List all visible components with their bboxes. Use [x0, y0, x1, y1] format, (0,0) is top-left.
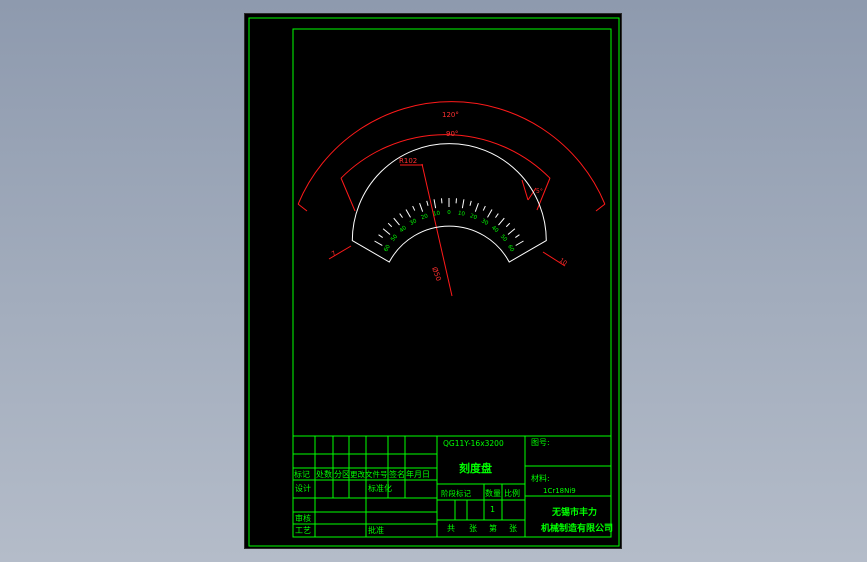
row-standard: 标准化 [368, 483, 392, 493]
header-zone: 分区 [334, 470, 350, 479]
figure-label: 图号: [531, 438, 550, 447]
dial-tick [482, 205, 486, 211]
dial-tick [374, 240, 383, 246]
dial-tick [507, 228, 516, 235]
company-line2: 机械制造有限公司 [541, 522, 613, 534]
dial-tick [505, 222, 511, 228]
tick-step-label: 5° [536, 188, 543, 195]
part-name: 刻度盘 [459, 461, 492, 475]
row-design: 设计 [295, 483, 311, 493]
header-signature: 签名 [389, 469, 405, 479]
row-process: 工艺 [295, 526, 311, 535]
inner-arc-left-end [340, 177, 356, 212]
dial-tick [495, 213, 499, 218]
dial-scale-label: 10 [457, 211, 465, 218]
radius-label: R102 [399, 157, 417, 165]
sheet-index-label: 第 [489, 523, 497, 533]
quantity-value: 1 [490, 505, 495, 514]
material-label: 材料: [531, 473, 550, 483]
dial-tick [469, 200, 472, 206]
dial-scale-label: 30 [480, 218, 489, 227]
dial-scale-labels: 6050403020 10 0 10 2030405060 [383, 210, 515, 253]
dial-tick [498, 217, 505, 226]
header-date: 年月日 [406, 469, 430, 479]
dial-tick [378, 234, 383, 238]
dial-scale-label: 40 [490, 225, 500, 234]
outer-frame [248, 17, 620, 547]
material-value: 1Cr18Ni9 [543, 487, 576, 495]
dial-tick [515, 240, 524, 246]
dial-tick [393, 217, 400, 226]
row-review: 审核 [295, 513, 311, 523]
drawing-number: QG11Y-16x3200 [443, 439, 504, 448]
dial-tick [474, 203, 479, 212]
header-count: 处数 [316, 469, 332, 479]
company-line1: 无锡市丰力 [551, 506, 597, 518]
technical-drawing: 6050403020 10 0 10 2030405060 120° 90° R102 … [248, 17, 620, 547]
dial-scale-label: 50 [499, 234, 508, 244]
dial-scale-label: 40 [399, 225, 409, 234]
stage-mark-header: 阶段标记 [441, 488, 471, 498]
dial-tick [461, 199, 465, 209]
scale-header: 比例 [504, 488, 520, 498]
inner-angle-arc [340, 134, 551, 179]
dial-scale-label: 10 [433, 210, 441, 217]
dial-tick [399, 213, 403, 218]
quantity-header: 数量 [485, 488, 501, 498]
dial-tick [412, 205, 416, 211]
dial-scale-label: 0 [447, 210, 451, 216]
header-change-doc: 更改文件号 [350, 469, 388, 479]
outer-arc-left-end [297, 203, 308, 212]
dial-tick [382, 228, 391, 235]
inner-frame [292, 28, 612, 538]
sheet-total-unit: 张 [469, 524, 477, 533]
dial-tick [426, 200, 429, 206]
dial-tick [419, 203, 424, 212]
sheet-index-unit: 张 [509, 524, 517, 533]
diameter-label: Ø50 [430, 266, 442, 282]
dial-tick [405, 209, 411, 218]
outer-angle-label: 120° [442, 111, 459, 119]
sheet-total-label: 共 [447, 524, 455, 533]
dial-scale-label: 20 [469, 213, 478, 221]
drawing-sheet: 60 50 40 30 20 10 0 10 20 30 40 50 60 120° 90° R102 … [244, 13, 622, 549]
row-approve: 批准 [368, 525, 384, 535]
dial-tick [433, 199, 437, 209]
dial-scale-label: 20 [420, 213, 429, 221]
dial-tick [515, 234, 520, 238]
outer-arc-right-end [595, 203, 606, 212]
dial-scale-label: 60 [506, 244, 515, 253]
dial-tick [387, 222, 393, 228]
dial-scale-label: 50 [390, 233, 399, 243]
dial-tick [487, 209, 493, 218]
right-offset-label: 10 [558, 257, 568, 267]
header-mark: 标记 [294, 469, 310, 479]
dial-scale-label: 60 [383, 244, 392, 253]
dial-scale-label: 30 [409, 218, 418, 227]
left-offset-label: 7 [331, 250, 338, 258]
inner-angle-label: 90° [446, 130, 458, 138]
